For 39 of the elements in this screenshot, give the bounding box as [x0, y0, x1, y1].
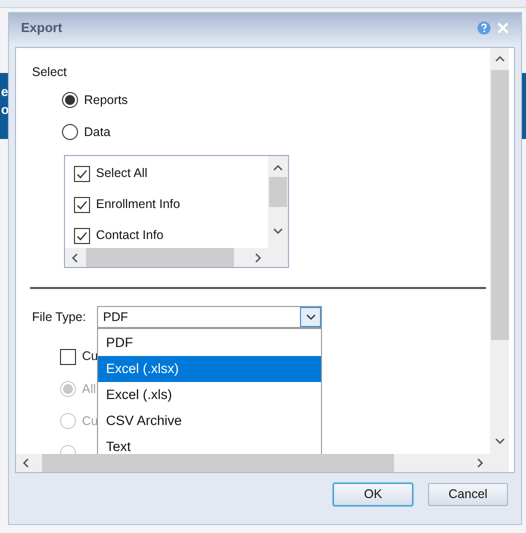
background-text: o	[1, 101, 10, 119]
scrollbar-thumb[interactable]	[269, 177, 287, 207]
dialog-title: Export	[21, 19, 62, 38]
dropdown-option[interactable]: CSV Archive	[98, 408, 321, 434]
radio-button[interactable]	[62, 124, 78, 140]
horizontal-scrollbar[interactable]	[16, 454, 490, 472]
radio-label: Reports	[84, 92, 128, 109]
check-icon	[76, 198, 88, 210]
scrollbar-thumb[interactable]	[490, 70, 508, 340]
vertical-scrollbar[interactable]	[268, 156, 288, 267]
scrollbar-thumb[interactable]	[42, 454, 394, 472]
check-icon	[76, 230, 88, 242]
checkbox-label: Enrollment Info	[96, 196, 180, 214]
radio-button[interactable]	[62, 92, 78, 108]
checkbox-label: Cu	[82, 348, 98, 366]
checkbox-label: Contact Info	[96, 227, 164, 244]
dropdown-option[interactable]: Text	[98, 434, 321, 454]
horizontal-scrollbar[interactable]	[65, 248, 268, 267]
help-icon[interactable]	[477, 21, 491, 35]
background-text: e	[1, 83, 10, 101]
scrollbar-thumb[interactable]	[86, 248, 234, 267]
checkbox[interactable]	[60, 348, 76, 364]
radio-label: Data	[84, 124, 110, 141]
radio-label: Cu	[82, 412, 98, 430]
section-label: Select	[32, 64, 68, 80]
check-icon	[76, 168, 88, 180]
checkbox-label: Select All	[96, 165, 148, 182]
dropdown-option[interactable]: Excel (.xlsx)	[98, 356, 321, 382]
dropdown-option[interactable]: Excel (.xls)	[98, 382, 321, 408]
checkbox[interactable]	[74, 166, 90, 182]
dialog-button[interactable]: OK	[333, 483, 413, 506]
file-type-select[interactable]: PDF	[97, 306, 322, 328]
checkbox[interactable]	[74, 196, 90, 212]
radio-label: All	[82, 380, 96, 398]
checkbox[interactable]	[74, 228, 90, 244]
field-label: File Type:	[32, 308, 87, 326]
dialog-button[interactable]: Cancel	[428, 483, 508, 506]
dropdown-option[interactable]: PDF	[98, 330, 321, 356]
vertical-scrollbar[interactable]	[490, 48, 509, 472]
